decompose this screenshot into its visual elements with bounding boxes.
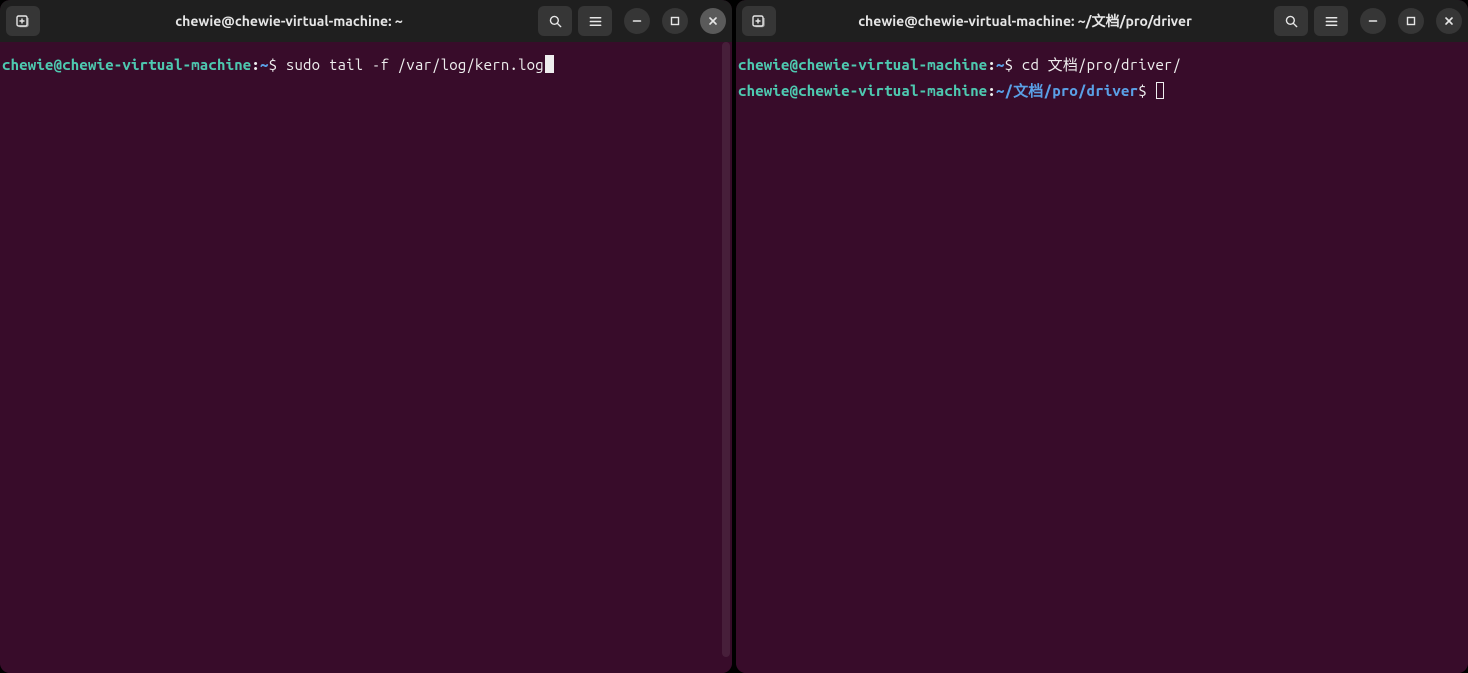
new-tab-icon: [15, 13, 31, 29]
prompt-dollar: $: [1005, 56, 1014, 73]
search-button[interactable]: [1274, 6, 1308, 36]
minimize-button[interactable]: [1360, 8, 1386, 34]
prompt-user-host: chewie@chewie-virtual-machine: [2, 56, 251, 73]
close-button[interactable]: [1436, 8, 1462, 34]
prompt-line: chewie@chewie-virtual-machine:~/文档/pro/d…: [738, 78, 1466, 104]
new-tab-button[interactable]: [742, 6, 776, 36]
maximize-icon: [1405, 15, 1417, 27]
maximize-icon: [669, 15, 681, 27]
terminal-window-left: chewie@chewie-virtual-machine: ~: [0, 0, 732, 673]
prompt-dollar: $: [269, 56, 278, 73]
terminal-body-right[interactable]: chewie@chewie-virtual-machine:~$ cd 文档/p…: [736, 42, 1468, 673]
command-text: sudo tail -f /var/log/kern.log: [286, 56, 544, 73]
terminal-body-left[interactable]: chewie@chewie-virtual-machine:~$ sudo ta…: [0, 42, 732, 673]
titlebar-left[interactable]: chewie@chewie-virtual-machine: ~: [0, 0, 732, 42]
minimize-button[interactable]: [624, 8, 650, 34]
hamburger-icon: [588, 14, 603, 29]
prompt-line: chewie@chewie-virtual-machine:~$ sudo ta…: [2, 52, 730, 78]
minimize-icon: [631, 15, 643, 27]
cursor: [1156, 82, 1164, 99]
new-tab-icon: [751, 13, 767, 29]
prompt-user-host: chewie@chewie-virtual-machine: [738, 82, 987, 99]
prompt-path: ~/文档/pro/driver: [996, 82, 1138, 99]
window-title: chewie@chewie-virtual-machine: ~: [175, 13, 403, 29]
scrollbar[interactable]: [720, 42, 732, 673]
prompt-line: chewie@chewie-virtual-machine:~$ cd 文档/p…: [738, 52, 1466, 78]
close-button[interactable]: [700, 8, 726, 34]
minimize-icon: [1367, 15, 1379, 27]
search-button[interactable]: [538, 6, 572, 36]
new-tab-button[interactable]: [6, 6, 40, 36]
prompt-dollar: $: [1138, 82, 1147, 99]
prompt-path: ~: [996, 56, 1005, 73]
cursor: [545, 55, 554, 73]
prompt-path: ~: [260, 56, 269, 73]
maximize-button[interactable]: [1398, 8, 1424, 34]
terminal-window-right: chewie@chewie-virtual-machine: ~/文档/pro/…: [736, 0, 1468, 673]
search-icon: [1284, 14, 1299, 29]
window-title: chewie@chewie-virtual-machine: ~/文档/pro/…: [858, 11, 1192, 31]
scrollbar-thumb[interactable]: [722, 42, 730, 657]
command-text: cd 文档/pro/driver/: [1022, 56, 1181, 73]
hamburger-icon: [1324, 14, 1339, 29]
search-icon: [548, 14, 563, 29]
close-icon: [1443, 15, 1455, 27]
titlebar-right[interactable]: chewie@chewie-virtual-machine: ~/文档/pro/…: [736, 0, 1468, 42]
maximize-button[interactable]: [662, 8, 688, 34]
close-icon: [707, 15, 719, 27]
menu-button[interactable]: [578, 6, 612, 36]
menu-button[interactable]: [1314, 6, 1348, 36]
prompt-user-host: chewie@chewie-virtual-machine: [738, 56, 987, 73]
